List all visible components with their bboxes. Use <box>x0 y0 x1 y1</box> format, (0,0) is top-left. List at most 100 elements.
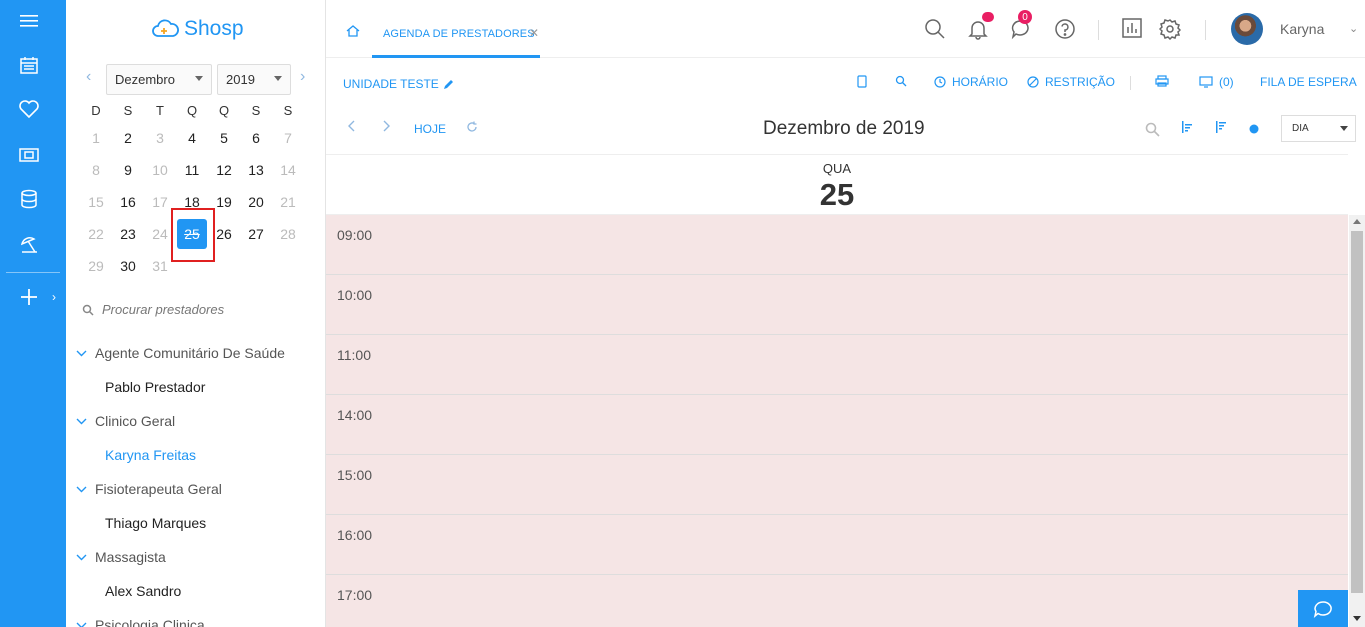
calendar-day[interactable]: 9 <box>112 154 144 186</box>
time-slot[interactable]: 14:00 <box>326 395 1348 455</box>
next-month-icon[interactable]: › <box>300 68 305 86</box>
provider-item[interactable]: Thiago Marques <box>66 506 325 540</box>
refresh-icon[interactable] <box>466 121 478 136</box>
view-select[interactable]: DIA <box>1281 115 1356 142</box>
provider-group[interactable]: Massagista <box>66 540 325 574</box>
add-icon[interactable] <box>0 282 58 312</box>
prev-day-icon[interactable] <box>348 120 356 135</box>
user-name[interactable]: Karyna <box>1280 21 1324 37</box>
chevron-right-icon[interactable]: › <box>52 290 56 304</box>
next-day-icon[interactable] <box>382 120 390 135</box>
calendar-icon[interactable] <box>0 50 58 80</box>
weekday-header: Q <box>218 102 230 118</box>
search-icon[interactable] <box>895 75 907 87</box>
year-select[interactable]: 2019 <box>217 64 291 95</box>
reports-icon[interactable] <box>1122 18 1142 43</box>
database-icon[interactable] <box>0 184 58 214</box>
beach-icon[interactable] <box>0 230 58 260</box>
chat-button[interactable] <box>1298 590 1348 627</box>
provider-group-label: Fisioterapeuta Geral <box>95 481 222 497</box>
scrollbar[interactable] <box>1349 215 1365 627</box>
calendar-day[interactable]: 11 <box>176 154 208 186</box>
calendar-day[interactable]: 15 <box>80 186 112 218</box>
menu-icon[interactable] <box>0 6 58 36</box>
unit-selector[interactable]: UNIDADE TESTE <box>343 77 454 91</box>
help-icon[interactable] <box>1054 18 1076 45</box>
calendar-day[interactable]: 21 <box>272 186 304 218</box>
print-icon[interactable] <box>1155 75 1169 87</box>
clock-icon <box>934 76 946 88</box>
time-slot[interactable]: 11:00 <box>326 335 1348 395</box>
weekday-header: S <box>123 102 133 118</box>
calendar-day[interactable]: 13 <box>240 154 272 186</box>
tab-agenda-prestadores[interactable]: AGENDA DE PRESTADORES ✕ <box>372 0 540 58</box>
monitor-button[interactable]: (0) <box>1199 75 1234 89</box>
time-label: 14:00 <box>337 407 373 423</box>
unit-label: UNIDADE TESTE <box>343 77 439 91</box>
money-icon[interactable] <box>0 140 58 170</box>
calendar-day[interactable]: 4 <box>176 122 208 154</box>
calendar-day[interactable]: 3 <box>144 122 176 154</box>
time-slot[interactable]: 16:00 <box>326 515 1348 575</box>
calendar-day[interactable]: 8 <box>80 154 112 186</box>
time-label: 10:00 <box>337 287 373 303</box>
provider-group[interactable]: Fisioterapeuta Geral <box>66 472 325 506</box>
sort-up-icon[interactable] <box>1181 121 1193 136</box>
time-slot[interactable]: 09:00 <box>326 215 1348 275</box>
calendar-day[interactable]: 22 <box>80 218 112 250</box>
logo[interactable]: Shosp <box>150 14 244 44</box>
gear-icon[interactable] <box>1158 18 1182 45</box>
time-slot[interactable]: 10:00 <box>326 275 1348 335</box>
time-label: 16:00 <box>337 527 373 543</box>
restricao-button[interactable]: RESTRIÇÃO <box>1027 75 1115 89</box>
chevron-down-icon <box>76 554 87 560</box>
time-slot[interactable]: 17:00 <box>326 575 1348 627</box>
home-icon[interactable] <box>346 24 360 42</box>
calendar-day[interactable]: 2 <box>112 122 144 154</box>
tab-label: AGENDA DE PRESTADORES <box>383 28 535 40</box>
provider-item[interactable]: Pablo Prestador <box>66 370 325 404</box>
provider-item[interactable]: Alex Sandro <box>66 574 325 608</box>
calendar-day[interactable]: 27 <box>240 218 272 250</box>
calendar-day[interactable]: 10 <box>144 154 176 186</box>
calendar-day[interactable]: 29 <box>80 250 112 282</box>
calendar-day[interactable]: 7 <box>272 122 304 154</box>
close-icon[interactable]: ✕ <box>529 26 539 40</box>
month-value: Dezembro <box>115 72 175 87</box>
calendar-day[interactable]: 6 <box>240 122 272 154</box>
chevron-down-icon[interactable]: ⌄ <box>1349 22 1358 35</box>
calendar-day[interactable]: 20 <box>240 186 272 218</box>
heart-icon[interactable] <box>0 94 58 124</box>
sort-down-icon[interactable] <box>1215 121 1227 136</box>
time-slot[interactable]: 15:00 <box>326 455 1348 515</box>
provider-group-label: Clinico Geral <box>95 413 176 429</box>
horario-button[interactable]: HORÁRIO <box>934 75 1008 89</box>
calendar-day[interactable]: 30 <box>112 250 144 282</box>
calendar-day[interactable]: 23 <box>112 218 144 250</box>
sidebar: Shosp ‹ Dezembro 2019 › DSTQQSS123456789… <box>66 0 326 627</box>
fila-espera-button[interactable]: FILA DE ESPERA <box>1260 75 1357 89</box>
tablet-icon[interactable] <box>857 75 867 88</box>
avatar[interactable] <box>1231 13 1263 45</box>
provider-item[interactable]: Karyna Freitas <box>66 438 325 472</box>
provider-group[interactable]: Psicologia Clinica <box>66 608 325 627</box>
search-icon[interactable] <box>924 18 946 45</box>
monitor-count: (0) <box>1219 75 1234 89</box>
calendar-day[interactable]: 14 <box>272 154 304 186</box>
bell-icon[interactable] <box>968 18 988 45</box>
calendar-day[interactable]: 5 <box>208 122 240 154</box>
provider-group[interactable]: Agente Comunitário De Saúde <box>66 336 325 370</box>
status-dot-icon[interactable] <box>1249 123 1259 137</box>
calendar-day <box>240 250 272 282</box>
prev-month-icon[interactable]: ‹ <box>86 68 91 86</box>
zoom-icon[interactable] <box>1145 122 1160 140</box>
provider-group[interactable]: Clinico Geral <box>66 404 325 438</box>
today-button[interactable]: HOJE <box>414 122 446 136</box>
month-select[interactable]: Dezembro <box>106 64 212 95</box>
calendar-day[interactable]: 28 <box>272 218 304 250</box>
calendar-day[interactable]: 1 <box>80 122 112 154</box>
provider-search[interactable]: Procurar prestadores <box>82 302 224 317</box>
time-grid[interactable]: 09:00 10:00 11:00 14:00 15:00 16:00 17:00 <box>326 215 1348 627</box>
calendar-day[interactable]: 16 <box>112 186 144 218</box>
calendar-day[interactable]: 12 <box>208 154 240 186</box>
